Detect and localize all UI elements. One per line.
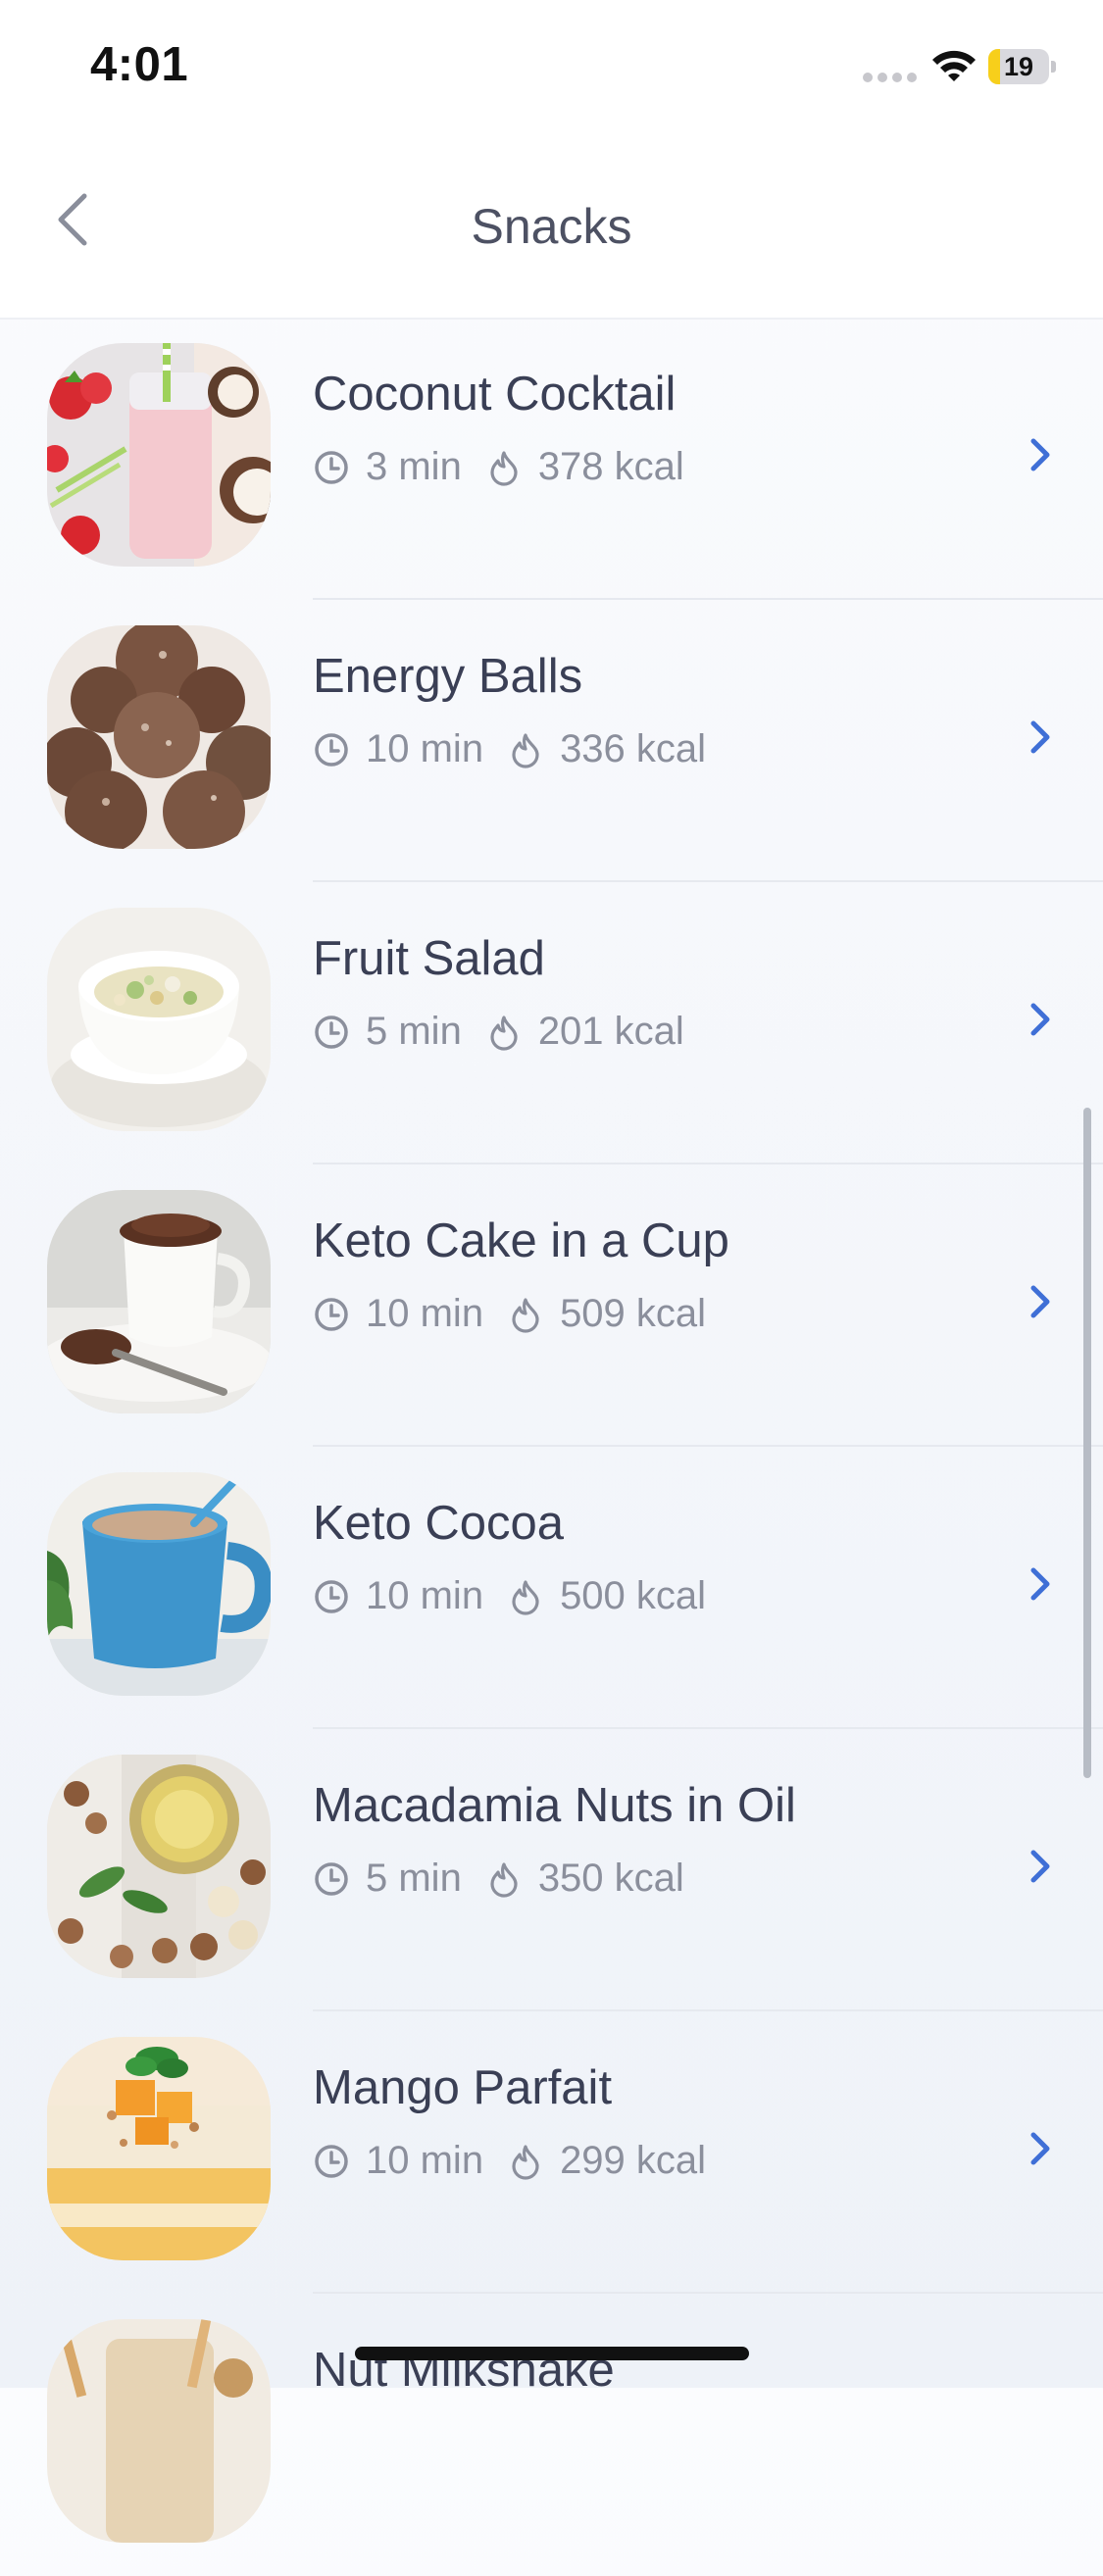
recipe-time: 10 min	[366, 2139, 484, 2182]
recipe-time: 10 min	[366, 1574, 484, 1617]
page-title: Snacks	[471, 199, 632, 254]
flame-icon	[490, 1861, 518, 1898]
keto-cocoa-photo	[47, 1472, 271, 1696]
flame-icon	[512, 2144, 539, 2180]
flame-icon	[512, 1297, 539, 1333]
recipe-list: Coconut Cocktail 3 min 378 kcal Energy B…	[0, 318, 1103, 2576]
recipe-name: Energy Balls	[313, 650, 583, 703]
recipe-calories: 336 kcal	[560, 727, 707, 770]
recipe-time: 10 min	[366, 1292, 484, 1335]
recipe-calories: 201 kcal	[537, 1010, 684, 1053]
recipe-time: 5 min	[366, 1010, 462, 1053]
status-bar: 4:01 19	[0, 0, 1103, 127]
recipe-row-mango-parfait[interactable]: Mango Parfait 10 min 299 kcal	[0, 2011, 1103, 2294]
recipe-meta: 10 min 336 kcal	[313, 727, 706, 771]
clock-icon	[315, 1297, 348, 1331]
recipe-name: Keto Cocoa	[313, 1497, 565, 1550]
keto-cake-cup-photo	[47, 1190, 271, 1413]
recipe-row-nut-milkshake[interactable]: Nut Milkshake	[0, 2294, 1103, 2576]
chevron-right-icon	[1030, 1567, 1050, 1601]
recipe-time: 3 min	[366, 445, 462, 488]
flame-icon	[490, 450, 518, 486]
recipe-name: Keto Cake in a Cup	[313, 1214, 729, 1267]
fruit-salad-photo	[47, 908, 271, 1131]
recipe-calories: 378 kcal	[537, 445, 684, 488]
flame-icon	[490, 1015, 518, 1051]
macadamia-nuts-photo	[47, 1755, 271, 1978]
navigation-bar: Snacks	[0, 127, 1103, 320]
home-indicator[interactable]	[355, 2347, 749, 2360]
battery-icon: 19	[988, 49, 1057, 84]
recipe-name: Mango Parfait	[313, 2061, 613, 2114]
chevron-right-icon	[1030, 2132, 1050, 2165]
recipe-name: Coconut Cocktail	[313, 368, 677, 421]
recipe-time: 10 min	[366, 727, 484, 770]
flame-icon	[512, 732, 539, 768]
coconut-cocktail-photo	[47, 343, 271, 567]
clock-icon	[315, 1579, 348, 1613]
signal-dots-icon	[863, 73, 918, 82]
clock-icon	[315, 2144, 348, 2178]
recipe-name: Macadamia Nuts in Oil	[313, 1779, 796, 1832]
scroll-indicator[interactable]	[1083, 1108, 1091, 1778]
recipe-calories: 299 kcal	[560, 2139, 707, 2182]
recipe-row-coconut-cocktail[interactable]: Coconut Cocktail 3 min 378 kcal	[0, 318, 1103, 600]
energy-balls-photo	[47, 625, 271, 849]
recipe-meta: 5 min 350 kcal	[313, 1857, 684, 1901]
clock-icon	[315, 1015, 348, 1049]
recipe-row-fruit-salad[interactable]: Fruit Salad 5 min 201 kcal	[0, 882, 1103, 1164]
recipe-meta: 10 min 500 kcal	[313, 1574, 706, 1618]
clock-icon	[315, 1861, 348, 1896]
chevron-right-icon	[1030, 720, 1050, 754]
chevron-right-icon	[1030, 1850, 1050, 1883]
recipe-calories: 509 kcal	[560, 1292, 707, 1335]
wifi-icon	[932, 50, 976, 81]
recipe-row-energy-balls[interactable]: Energy Balls 10 min 336 kcal	[0, 600, 1103, 882]
recipe-meta: 3 min 378 kcal	[313, 445, 684, 489]
recipe-row-keto-cocoa[interactable]: Keto Cocoa 10 min 500 kcal	[0, 1447, 1103, 1729]
battery-level: 19	[1003, 52, 1034, 81]
clock-icon	[315, 732, 348, 767]
nut-milkshake-photo	[47, 2319, 271, 2543]
recipe-name: Fruit Salad	[313, 932, 545, 985]
chevron-right-icon	[1030, 438, 1050, 471]
recipe-calories: 350 kcal	[537, 1857, 684, 1900]
mango-parfait-photo	[47, 2037, 271, 2260]
recipe-calories: 500 kcal	[560, 1574, 707, 1617]
status-time: 4:01	[90, 38, 189, 91]
recipe-time: 5 min	[366, 1857, 462, 1900]
flame-icon	[512, 1579, 539, 1615]
recipe-meta: 10 min 509 kcal	[313, 1292, 706, 1336]
chevron-right-icon	[1030, 1003, 1050, 1036]
chevron-right-icon	[1030, 1285, 1050, 1318]
recipe-meta: 5 min 201 kcal	[313, 1010, 684, 1054]
recipe-row-keto-cake-in-a-cup[interactable]: Keto Cake in a Cup 10 min 509 kcal	[0, 1164, 1103, 1447]
recipe-row-macadamia-nuts-in-oil[interactable]: Macadamia Nuts in Oil 5 min 350 kcal	[0, 1729, 1103, 2011]
clock-icon	[315, 450, 348, 484]
recipe-meta: 10 min 299 kcal	[313, 2139, 706, 2183]
